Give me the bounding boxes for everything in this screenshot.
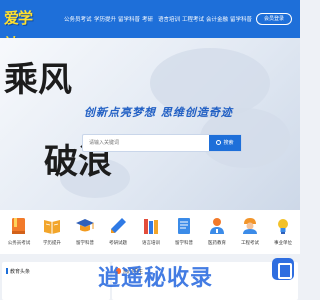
- nav-item-civil-exam[interactable]: 公务员考试: [64, 14, 92, 26]
- content-section: 教育头条 热门招生 逍遥秘收录: [0, 254, 300, 300]
- category-label: 学历提升: [43, 240, 61, 245]
- hero-slogan: 创新点亮梦想 思维创造奇迹: [84, 106, 233, 119]
- category-item[interactable]: 留学科普: [68, 214, 102, 252]
- category-grid: 公务员考试 学历提升 留学科普 考研试题 语言培训 留学科普 医药教育 工程考试…: [0, 210, 300, 254]
- hero-headline-top: 乘风: [4, 60, 72, 100]
- search-icon: [216, 140, 222, 145]
- category-item[interactable]: 语言培训: [134, 214, 168, 252]
- category-label: 工程考试: [241, 240, 259, 245]
- login-button[interactable]: 会员登录: [256, 13, 292, 25]
- site-logo[interactable]: 爱学社: [4, 6, 44, 53]
- search-input[interactable]: [83, 135, 209, 151]
- category-label: 事业单位: [274, 240, 292, 245]
- nav-item-degree[interactable]: 学历提升: [94, 14, 116, 26]
- nav-item-engineering[interactable]: 工程考试: [182, 14, 204, 26]
- search-button[interactable]: 搜索: [209, 135, 241, 151]
- news-section-label: 教育头条: [10, 269, 31, 275]
- doctor-icon: [210, 218, 224, 234]
- ribbon-book-icon: [12, 218, 25, 234]
- books-stack-icon: [144, 219, 158, 234]
- category-label: 留学科普: [76, 240, 94, 245]
- engineer-icon: [243, 218, 257, 234]
- category-label: 考研试题: [109, 240, 127, 245]
- category-label: 语言培训: [142, 240, 160, 245]
- section-marker-icon: [6, 268, 8, 274]
- document-icon: [178, 218, 190, 234]
- nav-item-study-abroad-2[interactable]: 留学科普: [230, 14, 252, 26]
- category-item[interactable]: 留学科普: [167, 214, 201, 252]
- news-section-title[interactable]: 教育头条: [6, 268, 30, 275]
- watermark-logo-icon: [272, 258, 294, 280]
- search-button-label: 搜索: [223, 140, 234, 146]
- category-item[interactable]: 工程考试: [233, 214, 267, 252]
- nav-item-finance[interactable]: 会计金融: [206, 14, 228, 26]
- category-item[interactable]: 学历提升: [35, 214, 69, 252]
- category-label: 公务员考试: [7, 240, 31, 245]
- graduation-cap-icon: [76, 219, 94, 232]
- category-item[interactable]: 医药教育: [200, 214, 234, 252]
- logo-text: 爱学社: [4, 10, 33, 53]
- watermark-text: 逍遥秘收录: [98, 266, 214, 291]
- category-item[interactable]: 公务员考试: [2, 214, 36, 252]
- lamp-icon: [278, 219, 288, 234]
- nav-item-study-abroad[interactable]: 留学科普: [118, 14, 140, 26]
- category-item[interactable]: 考研试题: [101, 214, 135, 252]
- category-label: 医药教育: [208, 240, 226, 245]
- open-book-icon: [44, 220, 60, 234]
- pen-icon: [111, 218, 126, 233]
- category-label: 留学科普: [175, 240, 193, 245]
- nav-item-language[interactable]: 语言培训: [158, 14, 180, 26]
- category-item[interactable]: 事业单位: [266, 214, 300, 252]
- top-navigation: 爱学社 公务员考试 学历提升 留学科普 考研 语言培训 工程考试 会计金融 留学…: [0, 0, 300, 53]
- hero-banner: 乘风 破浪 创新点亮梦想 思维创造奇迹 搜索: [0, 38, 300, 210]
- search-bar: 搜索: [82, 134, 242, 152]
- nav-item-postgrad[interactable]: 考研: [142, 14, 153, 26]
